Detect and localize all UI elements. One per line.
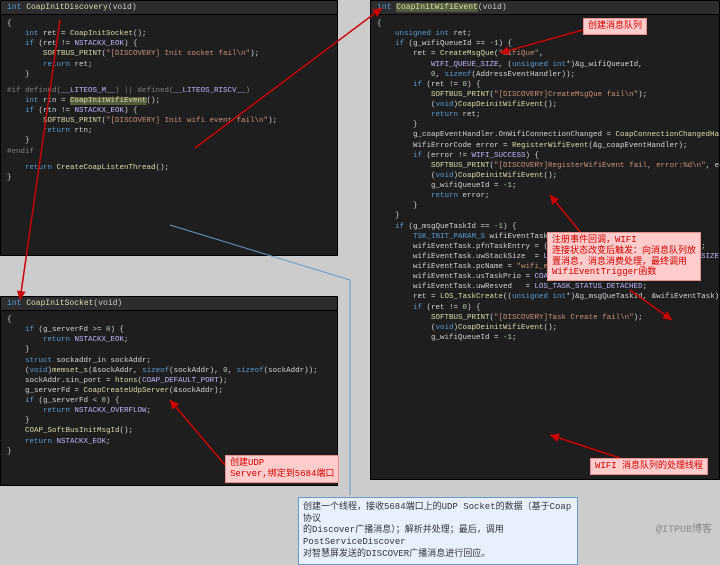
callout-thread: WIFI 消息队列的处理线程 bbox=[590, 458, 708, 475]
panel-tab: int CoapInitWifiEvent(void) bbox=[371, 1, 719, 15]
info-box: 创建一个线程，接收5684端口上的UDP Socket的数据（基于Coap协议 … bbox=[298, 497, 578, 565]
panel-tab: int CoapInitDiscovery(void) bbox=[1, 1, 337, 15]
code-body[interactable]: { int ret = CoapInitSocket(); if (ret !=… bbox=[1, 15, 337, 187]
sig-fn: CoapInitDiscovery bbox=[26, 3, 108, 12]
callout-register-event: 注册事件回调，WIFI 连接状态改变后触发：向消息队列放 置消息，消息消费处理，… bbox=[547, 232, 701, 281]
code-panel-discovery: int CoapInitDiscovery(void) { int ret = … bbox=[0, 0, 338, 256]
sig-void: (void) bbox=[108, 3, 137, 12]
callout-udp-server: 创建UDP Server,绑定到5684端口 bbox=[225, 455, 339, 483]
code-line: { bbox=[7, 19, 331, 29]
code-body[interactable]: { unsigned int ret; if (g_wifiQueueId ==… bbox=[371, 15, 719, 347]
watermark-text: @ITPUB博客 bbox=[656, 520, 712, 536]
panel-tab: int CoapInitSocket(void) bbox=[1, 297, 337, 311]
sig-type: int bbox=[7, 3, 26, 12]
callout-create-queue: 创建消息队列 bbox=[583, 18, 647, 35]
code-body[interactable]: { if (g_serverFd >= 0) { return NSTACKX_… bbox=[1, 311, 337, 461]
